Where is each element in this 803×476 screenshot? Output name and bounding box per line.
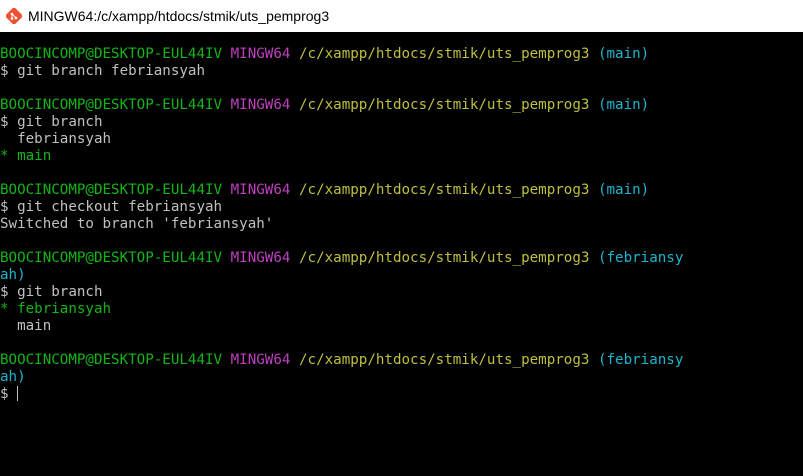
prompt-line: BOOCINCOMP@DESKTOP-EUL44IV MINGW64 /c/xa… — [0, 352, 803, 369]
prompt-line: BOOCINCOMP@DESKTOP-EUL44IV MINGW64 /c/xa… — [0, 97, 803, 114]
output-line: main — [0, 318, 52, 334]
input-line[interactable]: $ — [0, 386, 803, 403]
output-line-current-branch: * febriansyah — [0, 301, 112, 317]
prompt-user: BOOCINCOMP@DESKTOP-EUL44IV — [0, 182, 223, 198]
prompt-branch: (febriansy — [597, 352, 684, 368]
prompt-path: /c/xampp/htdocs/stmik/uts_pemprog3 — [298, 46, 590, 62]
prompt-branch: (main) — [597, 46, 650, 62]
prompt-user: BOOCINCOMP@DESKTOP-EUL44IV — [0, 250, 223, 266]
command-line: $ git branch — [0, 114, 103, 130]
prompt-branch: (main) — [597, 97, 650, 113]
prompt-branch-wrap: ah) — [0, 369, 26, 385]
prompt-symbol: $ — [0, 386, 18, 402]
prompt-user: BOOCINCOMP@DESKTOP-EUL44IV — [0, 97, 223, 113]
command-line: $ git branch — [0, 284, 103, 300]
prompt-line: BOOCINCOMP@DESKTOP-EUL44IV MINGW64 /c/xa… — [0, 46, 803, 63]
prompt-shell: MINGW64 — [230, 352, 291, 368]
prompt-path: /c/xampp/htdocs/stmik/uts_pemprog3 — [298, 97, 590, 113]
prompt-branch: (febriansy — [597, 250, 684, 266]
output-line-current-branch: * main — [0, 148, 52, 164]
prompt-path: /c/xampp/htdocs/stmik/uts_pemprog3 — [298, 250, 590, 266]
prompt-line: BOOCINCOMP@DESKTOP-EUL44IV MINGW64 /c/xa… — [0, 182, 803, 199]
git-bash-icon[interactable] — [6, 8, 22, 24]
prompt-path: /c/xampp/htdocs/stmik/uts_pemprog3 — [298, 352, 590, 368]
prompt-shell: MINGW64 — [230, 97, 291, 113]
title-bar[interactable]: MINGW64:/c/xampp/htdocs/stmik/uts_pempro… — [0, 0, 803, 32]
output-line: febriansyah — [0, 131, 112, 147]
prompt-user: BOOCINCOMP@DESKTOP-EUL44IV — [0, 46, 223, 62]
terminal-window: MINGW64:/c/xampp/htdocs/stmik/uts_pempro… — [0, 0, 803, 476]
command-line: $ git checkout febriansyah — [0, 199, 223, 215]
terminal-output[interactable]: BOOCINCOMP@DESKTOP-EUL44IV MINGW64 /c/xa… — [0, 46, 803, 403]
command-line: $ git branch febriansyah — [0, 63, 205, 79]
prompt-shell: MINGW64 — [230, 182, 291, 198]
prompt-shell: MINGW64 — [230, 46, 291, 62]
output-line: Switched to branch 'febriansyah' — [0, 216, 274, 232]
prompt-branch-wrap: ah) — [0, 267, 26, 283]
prompt-user: BOOCINCOMP@DESKTOP-EUL44IV — [0, 352, 223, 368]
prompt-branch: (main) — [597, 182, 650, 198]
text-cursor — [17, 386, 19, 401]
window-title: MINGW64:/c/xampp/htdocs/stmik/uts_pempro… — [28, 8, 330, 24]
prompt-line: BOOCINCOMP@DESKTOP-EUL44IV MINGW64 /c/xa… — [0, 250, 803, 267]
prompt-path: /c/xampp/htdocs/stmik/uts_pemprog3 — [298, 182, 590, 198]
prompt-shell: MINGW64 — [230, 250, 291, 266]
